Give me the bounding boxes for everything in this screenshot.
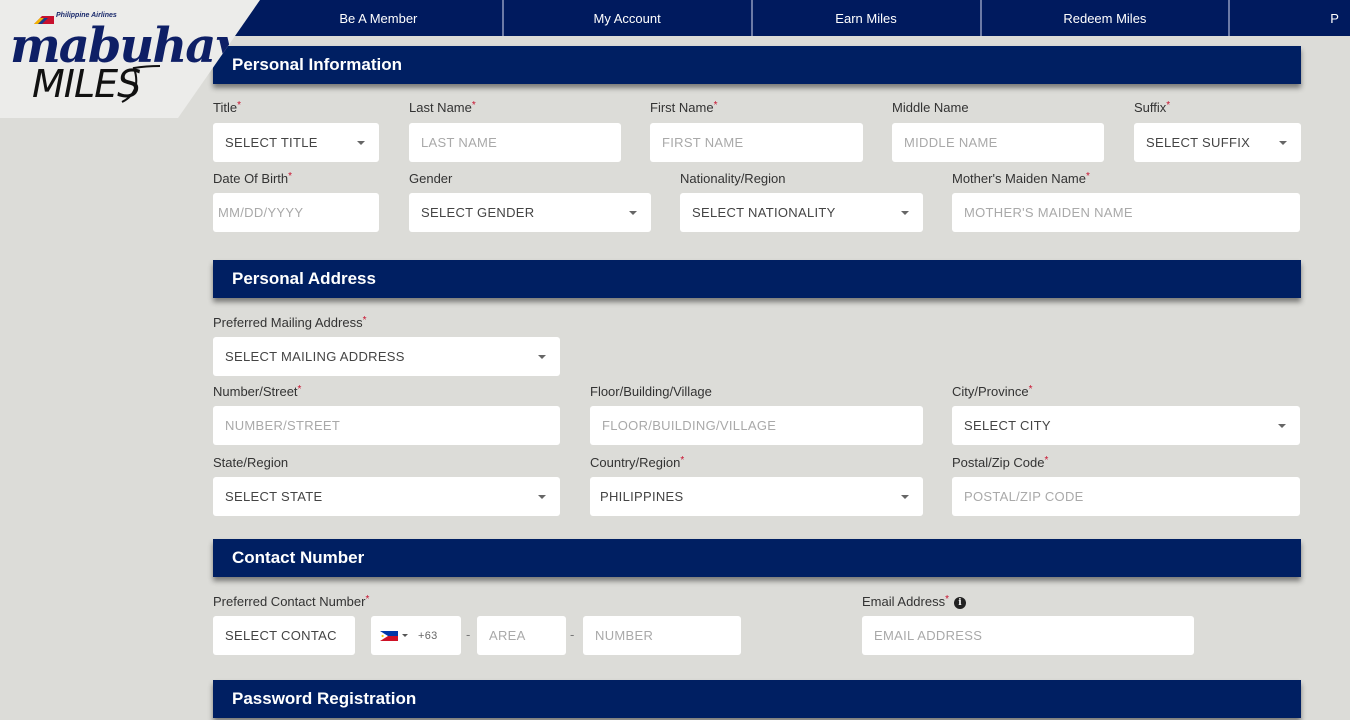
state-label: State/Region bbox=[213, 455, 289, 470]
last-name-input[interactable]: LAST NAME bbox=[409, 123, 621, 162]
chevron-down-icon bbox=[1278, 424, 1286, 428]
nav-item-partial[interactable]: P bbox=[1230, 0, 1350, 36]
chevron-down-icon bbox=[402, 634, 408, 637]
section-title: Password Registration bbox=[232, 689, 417, 708]
section-personal-address: Personal Address bbox=[213, 260, 1301, 298]
preferred-contact-label: Preferred Contact Number* bbox=[213, 594, 370, 609]
city-select[interactable]: SELECT CITY bbox=[952, 406, 1300, 445]
chevron-down-icon bbox=[538, 355, 546, 359]
phone-number-input[interactable]: NUMBER bbox=[583, 616, 741, 655]
logo-swoosh-icon bbox=[121, 65, 161, 103]
chevron-down-icon bbox=[1279, 141, 1287, 145]
suffix-select[interactable]: SELECT SUFFIX bbox=[1134, 123, 1301, 162]
building-input[interactable]: FLOOR/BUILDING/VILLAGE bbox=[590, 406, 923, 445]
gender-select[interactable]: SELECT GENDER bbox=[409, 193, 651, 232]
section-title: Personal Address bbox=[232, 269, 376, 288]
suffix-label: Suffix* bbox=[1134, 100, 1171, 115]
maiden-name-input[interactable]: MOTHER'S MAIDEN NAME bbox=[952, 193, 1300, 232]
building-label: Floor/Building/Village bbox=[590, 384, 712, 399]
street-input[interactable]: NUMBER/STREET bbox=[213, 406, 560, 445]
title-select[interactable]: SELECT TITLE bbox=[213, 123, 379, 162]
nav-earn-miles[interactable]: Earn Miles bbox=[753, 0, 982, 36]
chevron-down-icon bbox=[538, 495, 546, 499]
section-title: Contact Number bbox=[232, 548, 365, 567]
dob-input[interactable]: MM/DD/YYYY bbox=[213, 193, 379, 232]
gender-label: Gender bbox=[409, 171, 453, 186]
middle-name-label: Middle Name bbox=[892, 100, 969, 115]
nav-my-account[interactable]: My Account bbox=[504, 0, 753, 36]
maiden-name-label: Mother's Maiden Name* bbox=[952, 171, 1090, 186]
chevron-down-icon bbox=[901, 495, 909, 499]
nav-be-a-member[interactable]: Be A Member bbox=[255, 0, 504, 36]
dob-label: Date Of Birth* bbox=[213, 171, 293, 186]
chevron-down-icon bbox=[901, 211, 909, 215]
street-label: Number/Street* bbox=[213, 384, 302, 399]
state-select[interactable]: SELECT STATE bbox=[213, 477, 560, 516]
nationality-select[interactable]: SELECT NATIONALITY bbox=[680, 193, 923, 232]
separator: - bbox=[570, 627, 575, 642]
email-label: Email Address* i bbox=[862, 594, 966, 609]
separator: - bbox=[466, 627, 471, 642]
country-code: +63 bbox=[418, 629, 438, 642]
title-label: Title* bbox=[213, 100, 241, 115]
nav-redeem-miles[interactable]: Redeem Miles bbox=[982, 0, 1231, 36]
postal-input[interactable]: POSTAL/ZIP CODE bbox=[952, 477, 1300, 516]
preferred-contact-select[interactable]: SELECT CONTAC bbox=[213, 616, 355, 655]
postal-label: Postal/Zip Code* bbox=[952, 455, 1049, 470]
info-icon[interactable]: i bbox=[954, 596, 966, 609]
section-title: Personal Information bbox=[232, 55, 403, 74]
philippines-flag-icon bbox=[380, 630, 398, 641]
email-input[interactable]: EMAIL ADDRESS bbox=[862, 616, 1194, 655]
chevron-down-icon bbox=[357, 141, 365, 145]
nationality-label: Nationality/Region bbox=[680, 171, 786, 186]
middle-name-input[interactable]: MIDDLE NAME bbox=[892, 123, 1104, 162]
city-label: City/Province* bbox=[952, 384, 1033, 399]
area-code-input[interactable]: AREA bbox=[477, 616, 566, 655]
chevron-down-icon bbox=[629, 211, 637, 215]
section-personal-information: Personal Information bbox=[213, 46, 1301, 84]
mailing-address-select[interactable]: SELECT MAILING ADDRESS bbox=[213, 337, 560, 376]
country-select[interactable]: PHILIPPINES bbox=[590, 477, 923, 516]
first-name-input[interactable]: FIRST NAME bbox=[650, 123, 863, 162]
section-contact-number: Contact Number bbox=[213, 539, 1301, 577]
section-password-registration: Password Registration bbox=[213, 680, 1301, 718]
country-code-select[interactable]: +63 bbox=[371, 616, 461, 655]
first-name-label: First Name* bbox=[650, 100, 718, 115]
country-label: Country/Region* bbox=[590, 455, 685, 470]
mailing-address-label: Preferred Mailing Address* bbox=[213, 315, 367, 330]
last-name-label: Last Name* bbox=[409, 100, 476, 115]
